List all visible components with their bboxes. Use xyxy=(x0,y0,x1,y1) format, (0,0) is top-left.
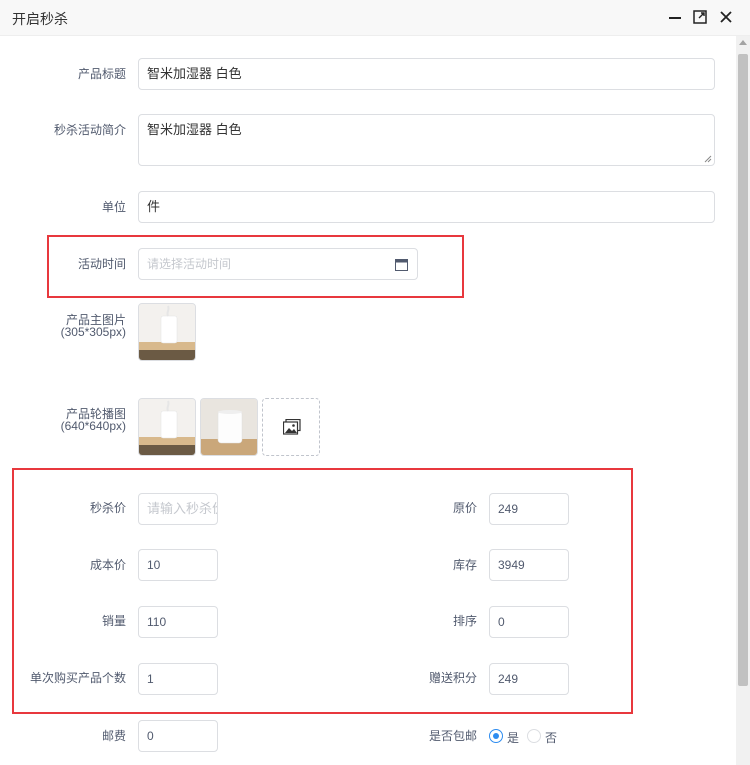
maximize-icon[interactable] xyxy=(692,9,708,25)
unit-input[interactable]: 件 xyxy=(138,191,715,223)
activity-time-picker[interactable]: 请选择活动时间 xyxy=(138,248,418,280)
free-shipping-label: 是否包邮 xyxy=(428,729,477,743)
per-purchase-label: 单次购买产品个数 xyxy=(29,671,126,685)
intro-textarea[interactable]: 智米加湿器 白色 xyxy=(138,114,715,166)
unit-label: 单位 xyxy=(101,200,126,214)
stock-label: 库存 xyxy=(452,558,477,572)
carousel-hint: (640*640px) xyxy=(60,419,126,433)
sales-input[interactable]: 110 xyxy=(138,606,218,638)
intro-label: 秒杀活动简介 xyxy=(53,123,126,137)
scroll-up-arrow[interactable] xyxy=(739,40,747,45)
close-icon[interactable] xyxy=(718,9,734,25)
image-upload-icon xyxy=(283,419,301,435)
main-image-thumbnail[interactable] xyxy=(138,303,196,361)
activity-time-placeholder: 请选择活动时间 xyxy=(147,257,232,271)
seckill-price-label: 秒杀价 xyxy=(89,501,126,515)
free-shipping-yes-label[interactable]: 是 xyxy=(507,729,519,746)
calendar-icon xyxy=(395,259,408,271)
minimize-icon[interactable] xyxy=(667,9,683,25)
dialog-titlebar: 开启秒杀 xyxy=(0,0,750,36)
humidifier-image xyxy=(139,399,195,455)
intro-text: 智米加湿器 白色 xyxy=(147,122,242,137)
free-shipping-no-label[interactable]: 否 xyxy=(545,729,557,746)
product-title-input[interactable]: 智米加湿器 白色 xyxy=(138,58,715,90)
seckill-price-input[interactable]: 请输入秒杀价 xyxy=(138,493,218,525)
resize-handle-icon[interactable] xyxy=(704,155,712,163)
dialog-title: 开启秒杀 xyxy=(12,11,68,27)
bonus-points-label: 赠送积分 xyxy=(428,671,477,685)
original-price-input[interactable]: 249 xyxy=(489,493,569,525)
humidifier-image xyxy=(139,304,195,360)
carousel-image-1[interactable] xyxy=(138,398,196,456)
cost-price-label: 成本价 xyxy=(89,558,126,572)
original-price-label: 原价 xyxy=(452,501,477,515)
upload-image-button[interactable] xyxy=(262,398,320,456)
free-shipping-no-radio[interactable] xyxy=(527,729,541,743)
scrollbar-thumb[interactable] xyxy=(738,54,748,686)
activity-time-label: 活动时间 xyxy=(77,257,126,271)
main-image-hint: (305*305px) xyxy=(60,325,126,339)
postage-label: 邮费 xyxy=(101,729,126,743)
per-purchase-input[interactable]: 1 xyxy=(138,663,218,695)
sort-label: 排序 xyxy=(452,614,477,628)
humidifier-image xyxy=(201,399,257,455)
sales-label: 销量 xyxy=(101,614,126,628)
postage-input[interactable]: 0 xyxy=(138,720,218,752)
bonus-points-input[interactable]: 249 xyxy=(489,663,569,695)
free-shipping-yes-radio[interactable] xyxy=(489,729,503,743)
carousel-image-2[interactable] xyxy=(200,398,258,456)
stock-input[interactable]: 3949 xyxy=(489,549,569,581)
product-title-label: 产品标题 xyxy=(77,67,126,81)
sort-input[interactable]: 0 xyxy=(489,606,569,638)
cost-price-input[interactable]: 10 xyxy=(138,549,218,581)
